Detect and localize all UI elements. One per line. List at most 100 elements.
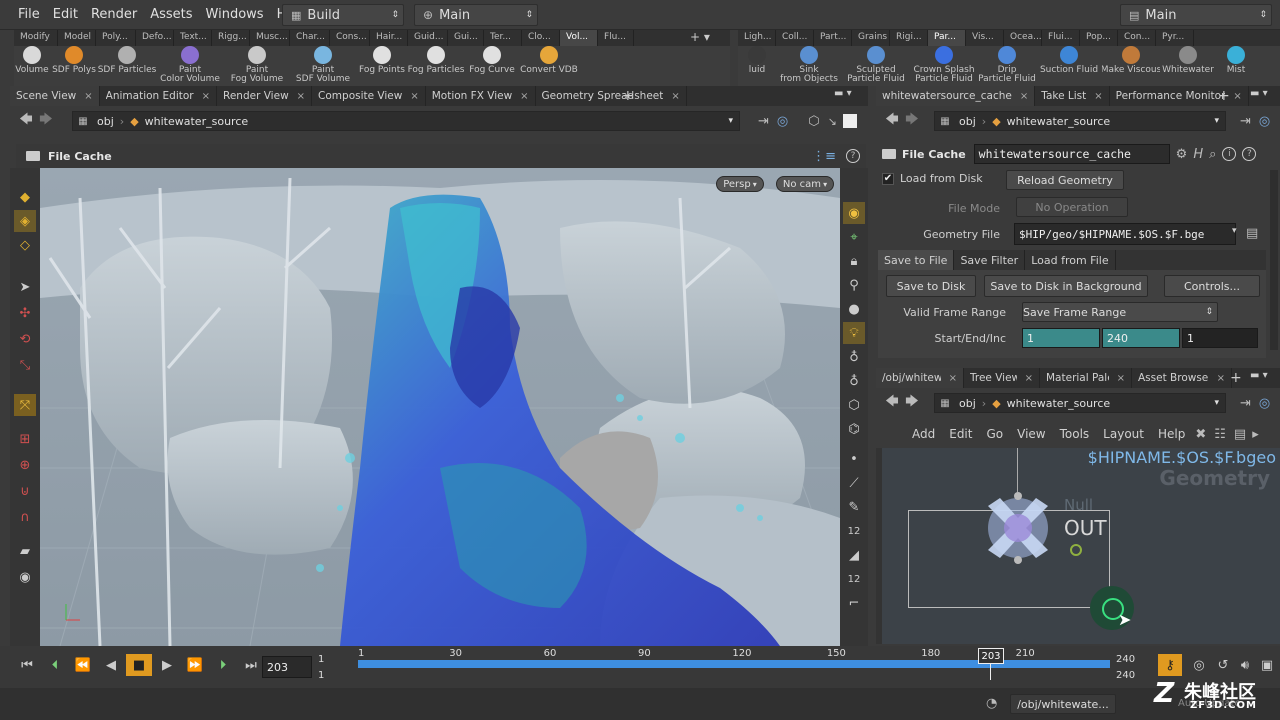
close-icon[interactable]: × [949, 373, 957, 384]
network-menu-tools[interactable]: Tools [1060, 427, 1090, 441]
jump-end-icon[interactable]: ⏭ [238, 654, 264, 676]
play-reverse-icon[interactable]: ◀ [98, 654, 124, 676]
shelf-tab[interactable]: Vol... [560, 30, 598, 46]
cam-menu[interactable]: No cam ▾ [776, 176, 834, 192]
shelf-tool[interactable]: Fog Particles [408, 46, 464, 86]
back-icon[interactable]: 🡄 [16, 110, 36, 132]
light2-icon[interactable]: ♁ [843, 346, 865, 368]
help-icon[interactable]: ? [1242, 147, 1257, 161]
display-flag-icon[interactable] [1070, 544, 1082, 556]
shelf-tab[interactable]: Par... [928, 30, 966, 46]
context-select[interactable]: ⊕ Main ⇕ [414, 4, 538, 26]
pointer-icon[interactable]: ➤ [14, 276, 36, 298]
network-menu-add[interactable]: Add [912, 427, 935, 441]
shelf-tab[interactable]: Pyr... [1156, 30, 1194, 46]
menu-file[interactable]: File [18, 7, 40, 22]
link-icon[interactable]: ◎ [1259, 114, 1270, 129]
close-icon[interactable]: × [202, 91, 210, 102]
null-node-icon[interactable] [980, 490, 1056, 566]
shelf-tool[interactable]: Crown Splash Particle Fluid [910, 46, 978, 86]
network-editor[interactable]: $HIPNAME.$OS.$F.bgeo Geometry Null OUT ➤ [876, 448, 1280, 644]
pane-tab[interactable]: Render View × [217, 86, 313, 106]
status-path[interactable]: /obj/whitewate... [1010, 694, 1116, 714]
shelf-tab[interactable]: Cons... [330, 30, 370, 46]
close-icon[interactable]: × [1020, 91, 1028, 102]
play-icon[interactable]: ▶ [154, 654, 180, 676]
link-icon[interactable]: ◎ [777, 114, 788, 129]
back-icon[interactable]: 🡄 [882, 110, 902, 132]
snap-icon[interactable]: ⊞ [14, 428, 36, 450]
audio-icon[interactable]: 🔊︎ [1234, 654, 1256, 676]
load-checkbox[interactable]: ✔ [882, 172, 894, 185]
path-node[interactable]: whitewater_source [1007, 397, 1110, 410]
step-forward-icon[interactable]: ⏩ [182, 654, 208, 676]
tree-view-icon[interactable]: ☷ [1214, 427, 1226, 442]
shelf-tab[interactable]: Clo... [522, 30, 560, 46]
move-icon[interactable]: ✣ [14, 302, 36, 324]
shelf-tool[interactable]: Convert VDB [520, 46, 578, 86]
transform-tool-icon[interactable]: ◈ [14, 210, 36, 232]
reload-geometry-button[interactable]: Reload Geometry [1006, 170, 1124, 190]
tree-icon[interactable]: ⋮≡ [812, 149, 836, 164]
shelf-tab[interactable]: Guid... [408, 30, 448, 46]
add-tab-icon[interactable]: + [1230, 370, 1242, 386]
pane-tab[interactable]: Tree View × [964, 368, 1040, 388]
h-icon[interactable]: H [1193, 147, 1203, 162]
key-icon[interactable]: ⚷ [1158, 654, 1182, 676]
path-root[interactable]: obj [959, 115, 976, 128]
list-icon[interactable]: ▤ [1234, 427, 1246, 442]
shelf-tab[interactable]: Text... [174, 30, 212, 46]
scale-icon[interactable]: ⤡ [14, 354, 36, 376]
guide-icon[interactable]: ⌖ [843, 226, 865, 248]
pose-icon[interactable]: ⊕ [14, 454, 36, 476]
brush-tool-icon[interactable]: ◇ [14, 234, 36, 256]
shelf-tab[interactable]: Ter... [484, 30, 522, 46]
corner-icon[interactable]: ⌐ [843, 592, 865, 614]
frame-marker[interactable]: 203 [978, 648, 1004, 664]
network-menu-view[interactable]: View [1017, 427, 1045, 441]
stop-icon[interactable]: ■ [126, 654, 152, 676]
close-icon[interactable]: × [520, 91, 528, 102]
add-tab-icon[interactable]: + [1218, 88, 1230, 104]
start-field[interactable]: 1 [1022, 328, 1100, 348]
next-key-icon[interactable]: ⏵ [210, 654, 236, 676]
pane-tab[interactable]: whitewatersource_cache × [876, 86, 1036, 106]
path-node[interactable]: whitewater_source [1007, 115, 1110, 128]
shelf-tool[interactable]: Volume [14, 46, 50, 86]
menu-windows[interactable]: Windows [206, 7, 264, 22]
persp-menu[interactable]: Persp ▾ [716, 176, 764, 192]
camera-icon[interactable]: ↘ [828, 115, 837, 128]
magnet2-icon[interactable]: ∩ [14, 506, 36, 528]
pane-tab[interactable]: /obj/whitew... × [876, 368, 964, 388]
path-box[interactable]: ▦ obj › ◆ whitewater_source ▾ [934, 393, 1226, 413]
pane-menu-icon[interactable]: ▬ ▾ [834, 88, 852, 99]
eye-icon[interactable]: ◉ [14, 566, 36, 588]
close-icon[interactable]: × [297, 91, 305, 102]
lock-icon[interactable]: 🔒︎ [843, 250, 865, 272]
settings-icon[interactable]: ▣ [1256, 654, 1278, 676]
close-icon[interactable]: × [84, 91, 92, 102]
desktop-select[interactable]: ▦ Build ⇕ [282, 4, 404, 26]
path-root[interactable]: obj [959, 397, 976, 410]
texture-icon[interactable]: ⌬ [843, 418, 865, 440]
handle-icon[interactable]: ⤧ [14, 394, 36, 416]
shelf-tool[interactable]: SDF Polys [50, 46, 98, 86]
viewport[interactable]: Persp ▾ No cam ▾ [40, 168, 840, 646]
forward-icon[interactable]: 🡆 [902, 392, 922, 414]
add-shelf-icon[interactable]: + ▾ [690, 30, 710, 44]
shelf-tool[interactable]: Make Viscous [1102, 46, 1160, 86]
param-subtab[interactable]: Load from File [1025, 250, 1116, 270]
menu-render[interactable]: Render [91, 7, 137, 22]
step-back-icon[interactable]: ⏪ [70, 654, 96, 676]
clock-icon[interactable]: ◎ [1188, 654, 1210, 676]
chevron-down-icon[interactable]: ▾ [1214, 398, 1219, 408]
param-scrollbar[interactable] [1270, 170, 1278, 350]
shelf-tool[interactable]: Suction Fluid [1036, 46, 1102, 86]
forward-icon[interactable]: 🡆 [36, 110, 56, 132]
network-menu-layout[interactable]: Layout [1103, 427, 1144, 441]
shelf-tool[interactable]: Sculpted Particle Fluid [842, 46, 910, 86]
path-box[interactable]: ▦ obj › ◆ whitewater_source ▾ [934, 111, 1226, 131]
pin-icon[interactable]: ⇥ [1240, 396, 1251, 411]
shelf-tab[interactable]: Flui... [1042, 30, 1080, 46]
end-field[interactable]: 240 [1102, 328, 1180, 348]
